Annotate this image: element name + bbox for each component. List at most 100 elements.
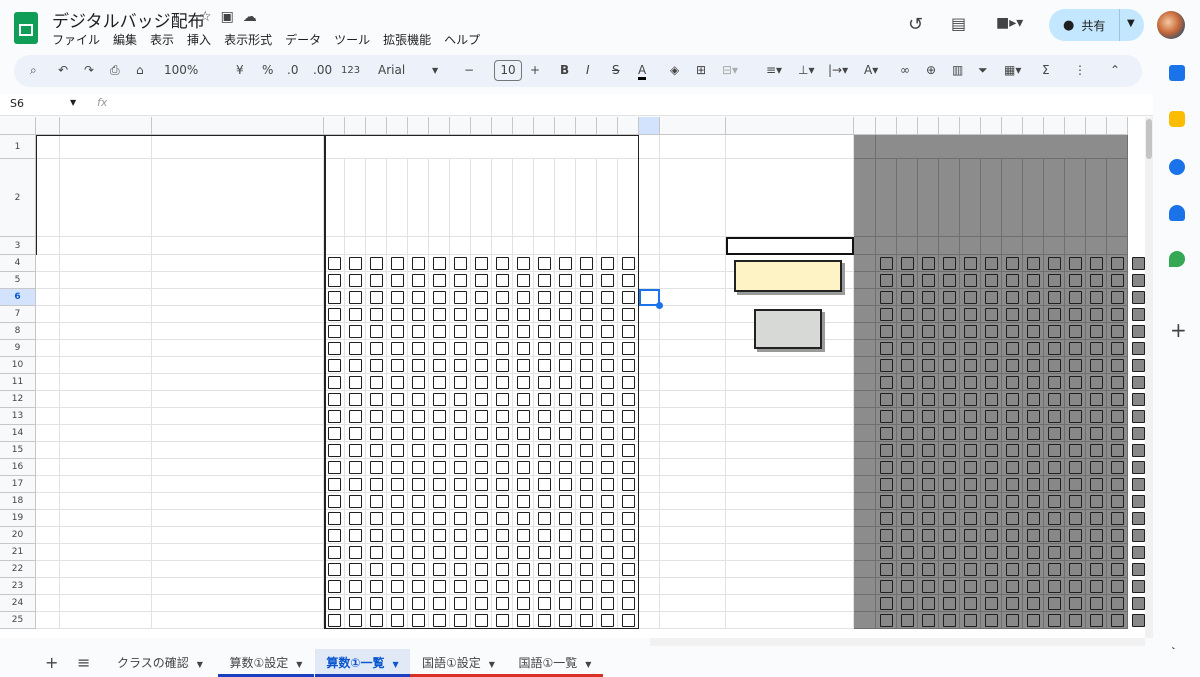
check-checkbox[interactable]: [538, 478, 551, 491]
cell[interactable]: [726, 391, 854, 408]
check-checkbox[interactable]: [580, 461, 593, 474]
check-checkbox[interactable]: [349, 291, 362, 304]
cell[interactable]: [726, 595, 854, 612]
check-checkbox[interactable]: [601, 410, 614, 423]
check-checkbox[interactable]: [580, 444, 593, 457]
check-checkbox[interactable]: [391, 376, 404, 389]
increase-font-size-button[interactable]: +: [530, 63, 540, 77]
check-checkbox[interactable]: [517, 359, 530, 372]
get-student-info-button[interactable]: [734, 260, 842, 292]
check-checkbox[interactable]: [559, 478, 572, 491]
check-checkbox[interactable]: [517, 427, 530, 440]
column-header-AH[interactable]: [1107, 117, 1128, 135]
check-checkbox[interactable]: [517, 342, 530, 355]
check-checkbox[interactable]: [559, 495, 572, 508]
cell[interactable]: [854, 510, 876, 527]
check-checkbox[interactable]: [328, 393, 341, 406]
check-checkbox[interactable]: [370, 308, 383, 321]
cell[interactable]: [660, 391, 726, 408]
functions-icon[interactable]: Σ: [1042, 63, 1050, 77]
column-header-J[interactable]: [450, 117, 471, 135]
cell[interactable]: [854, 408, 876, 425]
column-header-E[interactable]: [345, 117, 366, 135]
check-checkbox[interactable]: [328, 546, 341, 559]
check-checkbox[interactable]: [349, 427, 362, 440]
check-checkbox[interactable]: [433, 274, 446, 287]
check-checkbox[interactable]: [496, 597, 509, 610]
cell[interactable]: [726, 544, 854, 561]
check-checkbox[interactable]: [496, 359, 509, 372]
cell[interactable]: [639, 459, 660, 476]
column-header-D[interactable]: [324, 117, 345, 135]
cell[interactable]: [639, 595, 660, 612]
column-header-T[interactable]: [660, 117, 726, 135]
cell[interactable]: [639, 323, 660, 340]
check-checkbox[interactable]: [433, 359, 446, 372]
cell[interactable]: [660, 306, 726, 323]
decrease-font-size-button[interactable]: −: [464, 63, 474, 77]
check-checkbox[interactable]: [517, 614, 530, 627]
check-checkbox[interactable]: [601, 359, 614, 372]
check-checkbox[interactable]: [328, 427, 341, 440]
check-checkbox[interactable]: [580, 359, 593, 372]
cell[interactable]: [639, 272, 660, 289]
name-box[interactable]: S6: [10, 97, 24, 110]
check-checkbox[interactable]: [328, 529, 341, 542]
check-checkbox[interactable]: [370, 529, 383, 542]
check-checkbox[interactable]: [538, 359, 551, 372]
check-checkbox[interactable]: [370, 325, 383, 338]
check-checkbox[interactable]: [580, 512, 593, 525]
check-checkbox[interactable]: [328, 563, 341, 576]
check-checkbox[interactable]: [517, 444, 530, 457]
cell[interactable]: [639, 493, 660, 510]
check-checkbox[interactable]: [349, 444, 362, 457]
check-checkbox[interactable]: [517, 461, 530, 474]
text-wrapping-icon[interactable]: |→▾: [828, 63, 848, 77]
check-checkbox[interactable]: [454, 359, 467, 372]
menu-item-3[interactable]: 挿入: [187, 31, 211, 48]
distribute-button[interactable]: [754, 309, 822, 349]
cell[interactable]: [960, 159, 981, 237]
check-checkbox[interactable]: [622, 427, 635, 440]
check-checkbox[interactable]: [517, 495, 530, 508]
check-checkbox[interactable]: [496, 444, 509, 457]
menu-item-8[interactable]: ヘルプ: [444, 31, 480, 48]
check-checkbox[interactable]: [370, 359, 383, 372]
check-checkbox[interactable]: [412, 359, 425, 372]
column-header-AE[interactable]: [1044, 117, 1065, 135]
check-checkbox[interactable]: [496, 410, 509, 423]
check-checkbox[interactable]: [559, 325, 572, 338]
check-checkbox[interactable]: [559, 563, 572, 576]
check-checkbox[interactable]: [496, 325, 509, 338]
check-checkbox[interactable]: [559, 308, 572, 321]
check-checkbox[interactable]: [580, 614, 593, 627]
check-checkbox[interactable]: [580, 563, 593, 576]
cell[interactable]: [639, 340, 660, 357]
check-checkbox[interactable]: [412, 325, 425, 338]
row-header-5[interactable]: 5: [0, 272, 36, 289]
check-checkbox[interactable]: [433, 461, 446, 474]
check-checkbox[interactable]: [454, 478, 467, 491]
percent-format-button[interactable]: %: [262, 63, 273, 77]
check-checkbox[interactable]: [517, 325, 530, 338]
cell[interactable]: [854, 323, 876, 340]
check-checkbox[interactable]: [370, 274, 383, 287]
check-checkbox[interactable]: [475, 512, 488, 525]
meet-icon[interactable]: ■▸▾: [996, 15, 1023, 31]
check-checkbox[interactable]: [349, 529, 362, 542]
check-checkbox[interactable]: [475, 257, 488, 270]
check-checkbox[interactable]: [538, 410, 551, 423]
check-checkbox[interactable]: [328, 580, 341, 593]
check-checkbox[interactable]: [580, 546, 593, 559]
cell[interactable]: [660, 476, 726, 493]
cell[interactable]: [36, 135, 60, 159]
cell[interactable]: [726, 578, 854, 595]
check-checkbox[interactable]: [538, 563, 551, 576]
check-checkbox[interactable]: [433, 597, 446, 610]
cell[interactable]: [660, 442, 726, 459]
column-header-AC[interactable]: [1002, 117, 1023, 135]
check-checkbox[interactable]: [349, 546, 362, 559]
check-checkbox[interactable]: [328, 495, 341, 508]
filter-views-icon[interactable]: ▦▾: [1004, 63, 1021, 77]
check-checkbox[interactable]: [391, 342, 404, 355]
